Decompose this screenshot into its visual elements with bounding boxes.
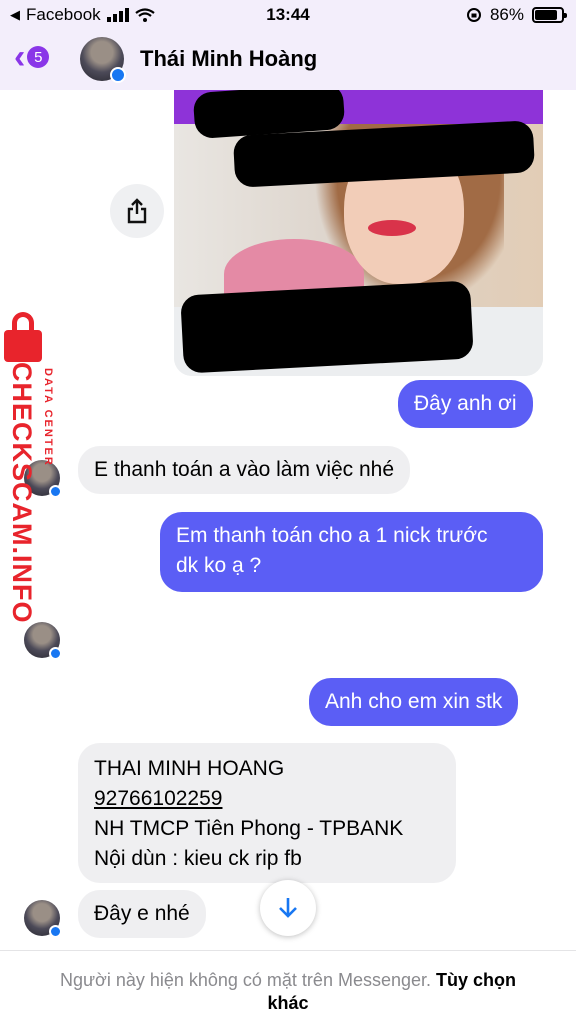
verified-icon [110,67,126,83]
arrow-down-icon [279,898,297,918]
account-name: THAI MINH HOANG [94,757,285,780]
footer-status: Người này hiện không có mặt trên Messeng… [40,969,536,1015]
message-text: Đây e nhé [94,902,190,925]
sender-avatar[interactable] [24,622,62,660]
verified-icon [49,925,62,938]
shared-photo[interactable]: 12 [174,90,543,376]
lock-body [4,330,42,362]
contact-avatar[interactable] [80,37,126,83]
message-bubble-outgoing[interactable]: Anh cho em xin stk [309,678,519,726]
back-button[interactable]: ‹ 5 [14,38,50,76]
status-bar: ◀ Facebook 13:44 86% [0,0,576,30]
battery-icon [532,7,567,23]
message-bubble-outgoing[interactable]: Em thanh toán cho a 1 nick trước dk ko ạ… [160,512,543,592]
footer-status-text: Người này hiện không có mặt trên Messeng… [59,970,432,990]
message-text: Đây anh ơi [414,392,517,415]
transfer-note: Nội dùn : kieu ck rip fb [94,847,302,870]
unread-badge: 5 [27,46,50,68]
verified-icon [49,647,62,660]
message-text-line: Em thanh toán cho a 1 nick trước [176,524,488,547]
watermark-main-text: CHECKSCAM.INFO [7,362,37,624]
lips [368,220,416,236]
battery-percent: 86% [489,5,524,24]
account-number-link[interactable]: 92766102259 [94,784,440,814]
share-button[interactable] [110,184,164,238]
message-text: E thanh toán a vào làm việc nhé [94,458,395,481]
censor-scribble-bottom [180,280,474,374]
checkscam-watermark: CHECKSCAM.INFO DATA CENTER [4,312,60,624]
sender-avatar[interactable] [24,900,62,938]
message-bubble-incoming[interactable]: Đây e nhé [78,890,206,938]
scroll-to-bottom-button[interactable] [260,880,316,936]
chat-header: ‹ 5 Thái Minh Hoàng [0,30,576,90]
message-bubble-outgoing[interactable]: Đây anh ơi [398,380,533,428]
share-icon [127,198,147,224]
message-text: Anh cho em xin stk [325,690,503,713]
messenger-footer: Người này hiện không có mặt trên Messeng… [0,950,576,1024]
message-bubble-incoming[interactable]: THAI MINH HOANG 92766102259 NH TMCP Tiên… [78,743,456,883]
rotation-lock-icon [466,8,481,22]
message-text-line: dk ko ạ ? [176,554,262,577]
watermark-side-text: DATA CENTER [42,368,54,467]
chevron-left-icon: ‹ [14,38,26,76]
message-bubble-incoming[interactable]: E thanh toán a vào làm việc nhé [78,446,411,494]
bank-name: NH TMCP Tiên Phong - TPBANK [94,817,404,840]
contact-name[interactable]: Thái Minh Hoàng [140,46,317,72]
